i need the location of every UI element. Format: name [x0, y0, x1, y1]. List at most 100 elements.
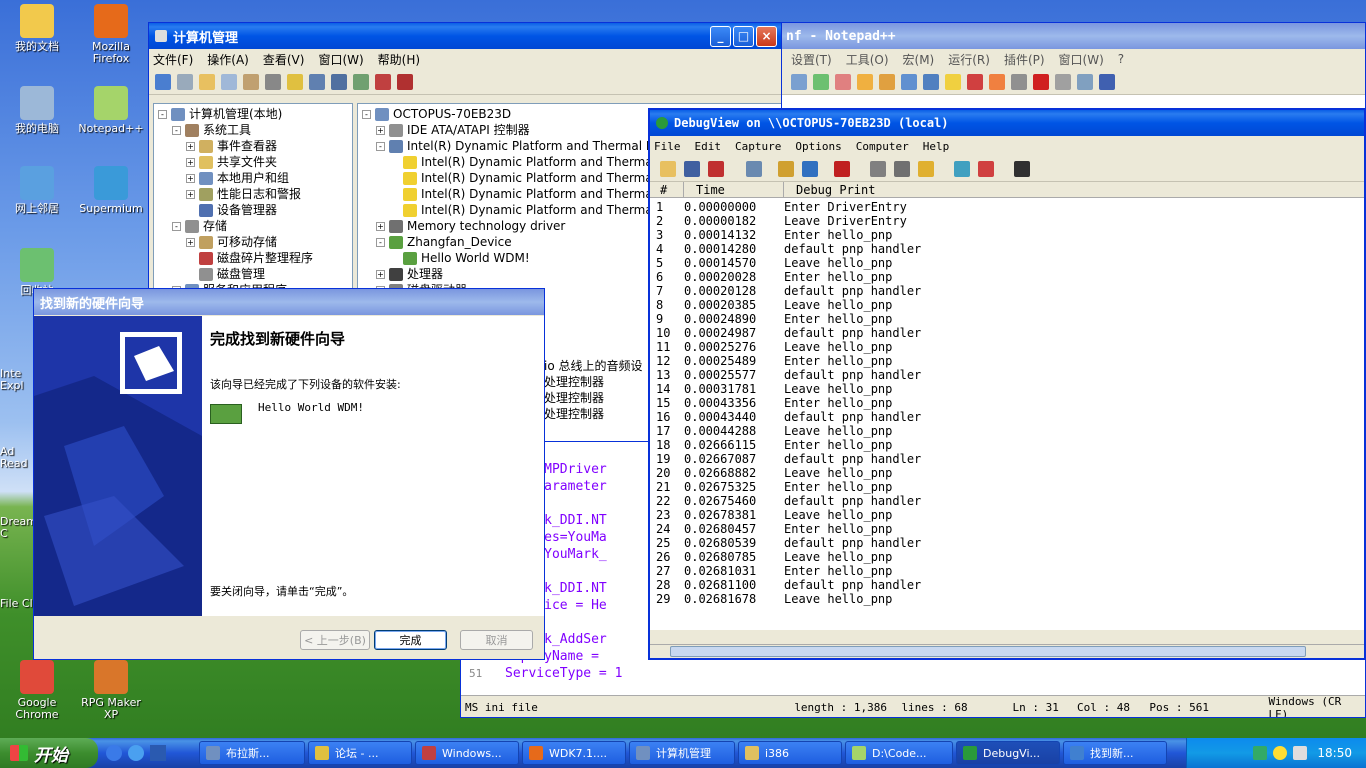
menu-item[interactable]: 窗口(W)	[318, 51, 363, 68]
clock[interactable]: 18:50	[1317, 746, 1352, 760]
log-row[interactable]: 19 0.02667087 default pnp handler	[650, 452, 1364, 466]
desktop-icon[interactable]: 我的文档	[0, 4, 74, 53]
expand-toggle-icon[interactable]: +	[376, 125, 385, 135]
expand-toggle-icon[interactable]: +	[186, 157, 195, 167]
log-row[interactable]: 6 0.00020028 Enter hello_pnp	[650, 270, 1364, 284]
log-row[interactable]: 28 0.02681100 default pnp handler	[650, 578, 1364, 592]
menu-item[interactable]: Help	[923, 140, 950, 153]
menu-item[interactable]: 操作(A)	[207, 51, 249, 68]
log-row[interactable]: 20 0.02668882 Leave hello_pnp	[650, 466, 1364, 480]
capture-icon[interactable]	[708, 160, 724, 177]
desktop-icon-partial[interactable]: Inte Expl	[0, 368, 34, 392]
menu-item[interactable]: Capture	[735, 140, 781, 153]
menu-item[interactable]: 文件(F)	[153, 51, 193, 68]
log-row[interactable]: 21 0.02675325 Enter hello_pnp	[650, 480, 1364, 494]
finish-button[interactable]: 完成	[374, 630, 447, 650]
horizontal-scrollbar[interactable]	[650, 644, 1364, 658]
desktop-icon[interactable]: RPG Maker XP	[74, 660, 148, 721]
log-row[interactable]: 13 0.00025577 default pnp handler	[650, 368, 1364, 382]
back-button[interactable]: < 上一步(B)	[300, 630, 370, 650]
tree-item[interactable]: + 共享文件夹	[154, 154, 352, 170]
tree-item-partial[interactable]: 处理控制器	[544, 374, 604, 390]
expand-toggle-icon[interactable]: -	[362, 109, 371, 119]
filter-icon[interactable]	[954, 160, 970, 177]
menu-item[interactable]: 查看(V)	[263, 51, 305, 68]
log-row[interactable]: 8 0.00020385 Leave hello_pnp	[650, 298, 1364, 312]
taskbar-button[interactable]: 布拉斯...	[199, 741, 305, 765]
scrollbar-thumb[interactable]	[670, 646, 1306, 657]
clock-icon[interactable]	[918, 160, 934, 177]
desktop-icon-partial[interactable]: File Cl	[0, 598, 34, 610]
expand-toggle-icon[interactable]: +	[186, 173, 195, 183]
col-time[interactable]: Time	[684, 182, 784, 197]
log-row[interactable]: 4 0.00014280 default pnp handler	[650, 242, 1364, 256]
cancel-button[interactable]: 取消	[460, 630, 533, 650]
properties-icon[interactable]	[243, 73, 259, 90]
back-icon[interactable]	[155, 73, 171, 90]
log-row[interactable]: 1 0.00000000 Enter DriverEntry	[650, 200, 1364, 214]
taskbar-button[interactable]: D:\Code...	[845, 741, 953, 765]
tray-qq-icon[interactable]	[1273, 746, 1288, 760]
menu-item[interactable]: ?	[1118, 52, 1124, 66]
highlight-icon[interactable]	[978, 160, 994, 177]
tray-network-icon[interactable]	[1253, 746, 1268, 760]
update-driver-icon[interactable]	[353, 73, 369, 90]
menu-item[interactable]: 窗口(W)	[1059, 51, 1104, 68]
tree-item[interactable]: - 系统工具	[154, 122, 352, 138]
expand-toggle-icon[interactable]: -	[172, 221, 181, 231]
log-row[interactable]: 27 0.02681031 Enter hello_pnp	[650, 564, 1364, 578]
menu-item[interactable]: Options	[795, 140, 841, 153]
print-icon[interactable]	[265, 73, 281, 90]
log-row[interactable]: 2 0.00000182 Leave DriverEntry	[650, 214, 1364, 228]
log-row[interactable]: 24 0.02680457 Enter hello_pnp	[650, 522, 1364, 536]
tree-item[interactable]: - 计算机管理(本地)	[154, 106, 352, 122]
taskbar-button[interactable]: Windows...	[415, 741, 519, 765]
log-row[interactable]: 17 0.00044288 Leave hello_pnp	[650, 424, 1364, 438]
scan-icon[interactable]	[331, 73, 347, 90]
history-icon[interactable]	[894, 160, 910, 177]
menu-item[interactable]: 设置(T)	[791, 51, 832, 68]
view-icon[interactable]	[309, 73, 325, 90]
expand-toggle-icon[interactable]: -	[158, 109, 167, 119]
tree-item[interactable]: + 可移动存储	[154, 234, 352, 250]
log-row[interactable]: 22 0.02675460 default pnp handler	[650, 494, 1364, 508]
menu-item[interactable]: 插件(P)	[1004, 51, 1045, 68]
capture-kernel-icon[interactable]	[778, 160, 794, 177]
tree-item[interactable]: + 事件查看器	[154, 138, 352, 154]
expand-toggle-icon[interactable]: +	[186, 237, 195, 247]
close-button[interactable]: ×	[756, 25, 777, 47]
media-player-icon[interactable]	[106, 745, 122, 761]
desktop-icon[interactable]: Google Chrome	[0, 660, 74, 721]
wizard-titlebar[interactable]: 找到新的硬件向导	[34, 289, 544, 315]
taskbar-button[interactable]: WDK7.1....	[522, 741, 626, 765]
tree-item[interactable]: 磁盘管理	[154, 266, 352, 282]
log-row[interactable]: 26 0.02680785 Leave hello_pnp	[650, 550, 1364, 564]
menu-item[interactable]: 宏(M)	[903, 51, 935, 68]
log-row[interactable]: 18 0.02666115 Enter hello_pnp	[650, 438, 1364, 452]
show-tree-icon[interactable]	[221, 73, 237, 90]
desktop-icon[interactable]: Supermium	[74, 166, 148, 215]
expand-toggle-icon[interactable]: -	[376, 237, 385, 247]
autoscroll-icon[interactable]	[870, 160, 886, 177]
log-row[interactable]: 11 0.00025276 Leave hello_pnp	[650, 340, 1364, 354]
desktop-icon-partial[interactable]: Ad Read	[0, 446, 34, 470]
menu-item[interactable]: 帮助(H)	[378, 51, 420, 68]
tree-item-partial[interactable]: 处理控制器	[544, 406, 604, 422]
expand-toggle-icon[interactable]: -	[172, 125, 181, 135]
expand-toggle-icon[interactable]: +	[186, 141, 195, 151]
taskbar-button[interactable]: 计算机管理	[629, 741, 735, 765]
col-debug-print[interactable]: Debug Print	[784, 182, 875, 197]
minimize-button[interactable]: _	[710, 25, 731, 47]
menu-item[interactable]: Edit	[695, 140, 722, 153]
tree-item-partial[interactable]: 处理控制器	[544, 390, 604, 406]
menu-item[interactable]: File	[654, 140, 681, 153]
tree-item[interactable]: 磁盘碎片整理程序	[154, 250, 352, 266]
save-icon[interactable]	[684, 160, 700, 177]
desktop-icon[interactable]: 网上邻居	[0, 166, 74, 215]
col-number[interactable]: #	[650, 182, 684, 197]
taskbar-button[interactable]: i386	[738, 741, 842, 765]
pass-through-icon[interactable]	[802, 160, 818, 177]
taskbar-button[interactable]: 论坛 - ...	[308, 741, 412, 765]
desktop-icon[interactable]: Mozilla Firefox	[74, 4, 148, 65]
expand-toggle-icon[interactable]: +	[376, 269, 385, 279]
